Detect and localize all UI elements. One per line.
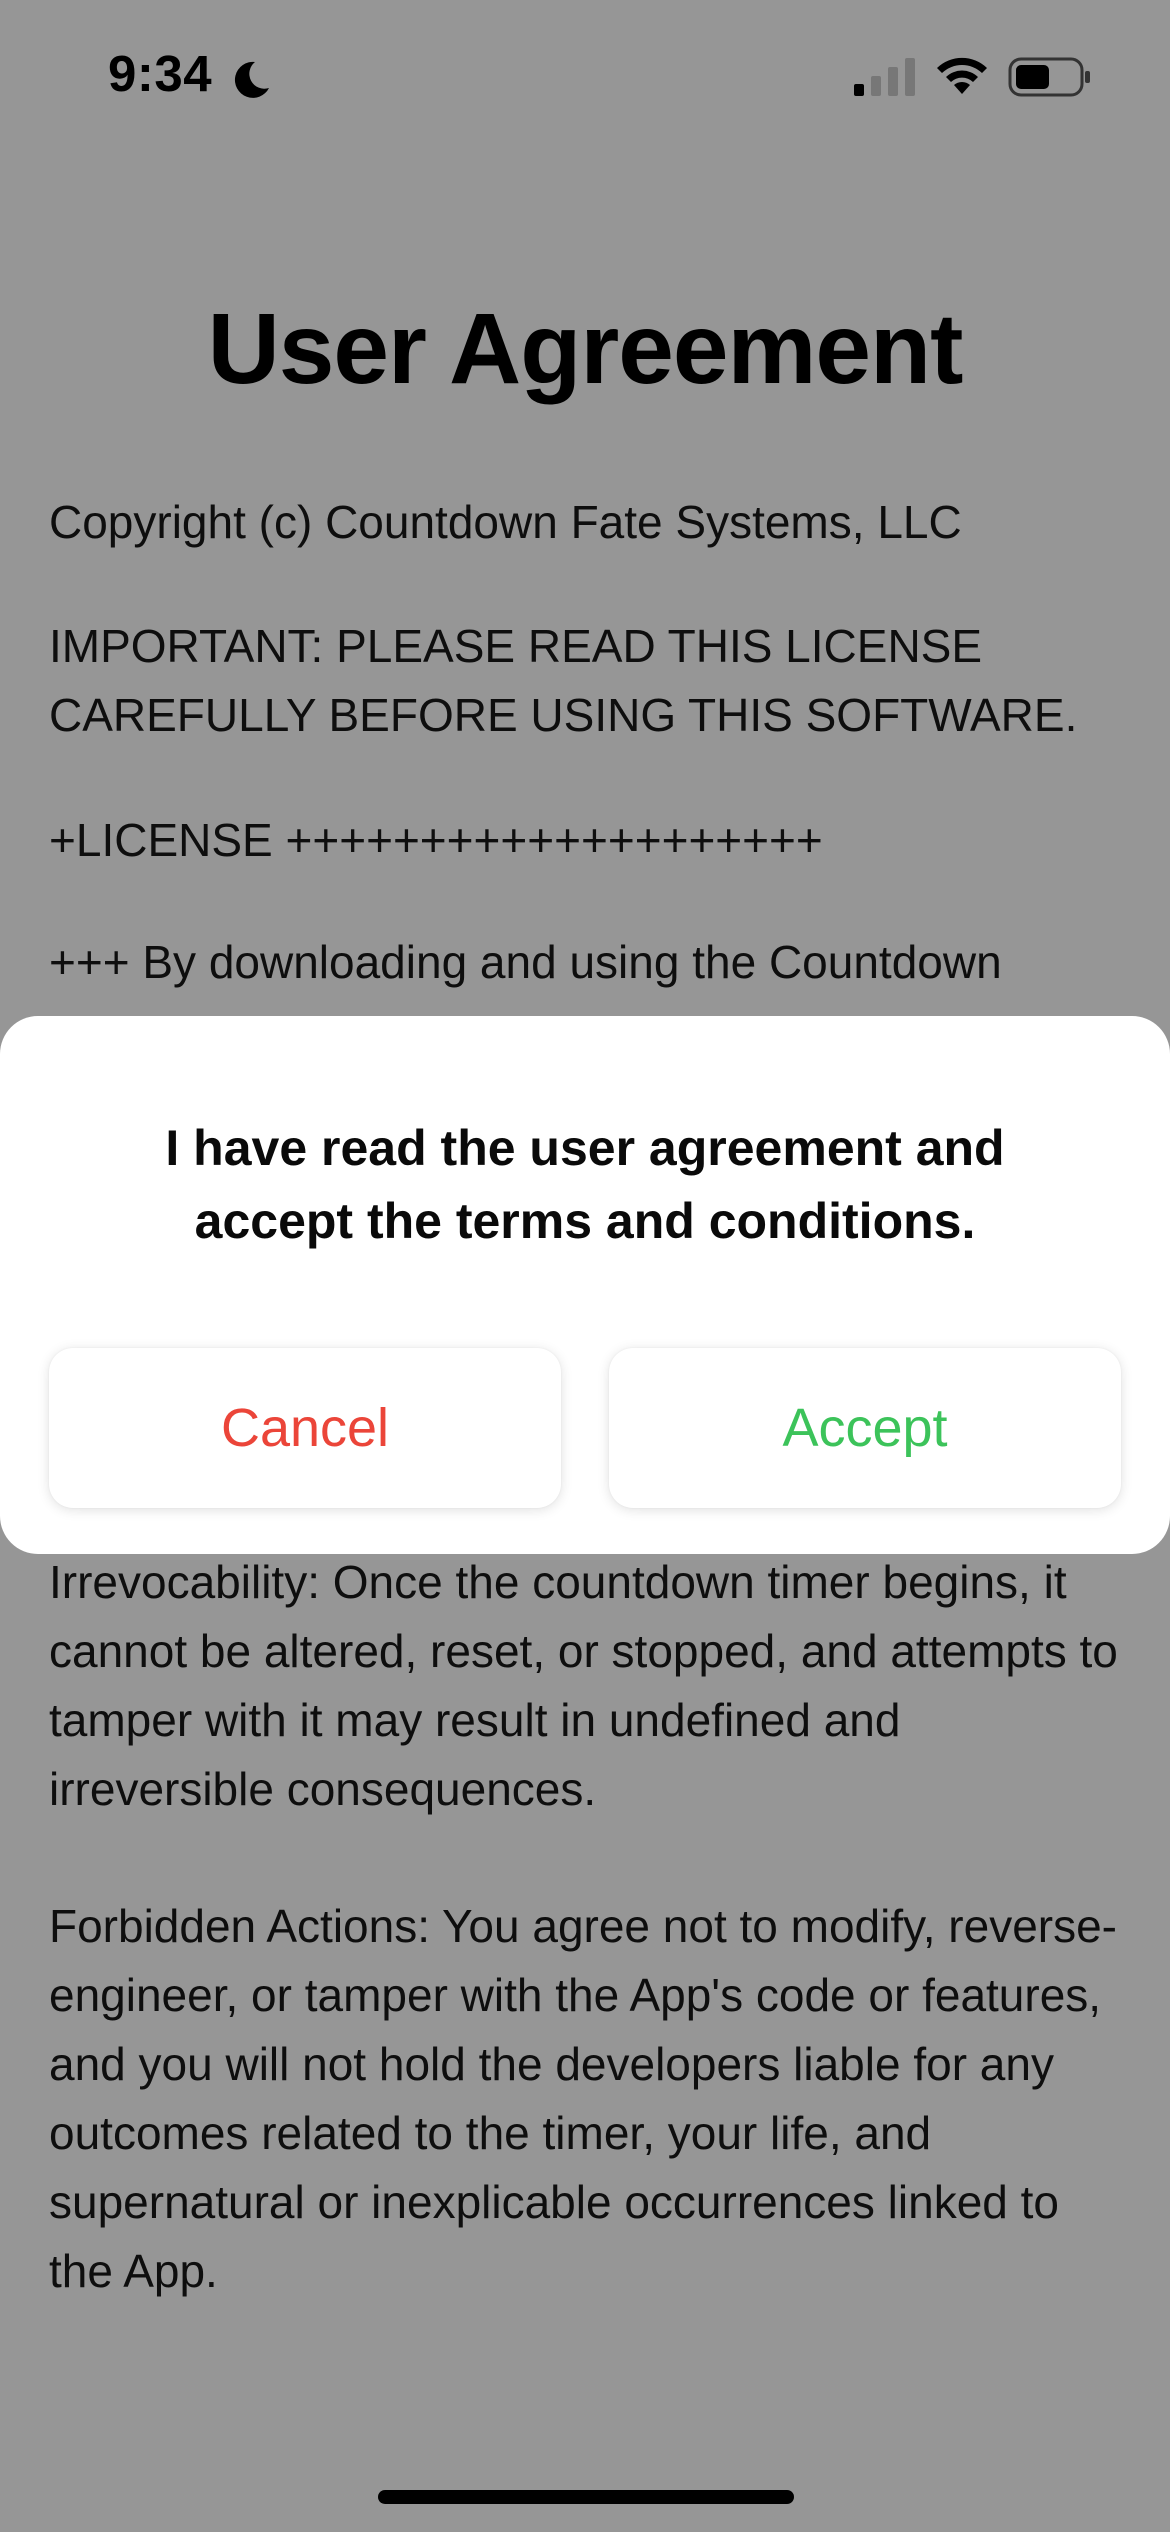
status-time: 9:34 [108,45,213,102]
cancel-button[interactable]: Cancel [49,1348,561,1508]
home-indicator[interactable] [378,2490,794,2504]
dialog-message: I have read the user agreement and accep… [165,1120,1005,1249]
wifi-icon [937,57,987,94]
irrevocability-clause: Irrevocability: Once the countdown timer… [49,1556,1118,1815]
license-intro-text: +++ By downloading and using the Countdo… [49,936,1002,988]
battery-icon [1008,57,1090,97]
accept-button[interactable]: Accept [609,1348,1121,1508]
agreement-dialog: I have read the user agreement and accep… [0,1016,1170,1554]
status-bar: 9:34 [0,0,1170,150]
cellular-signal-icon [854,58,915,96]
copyright-text: Copyright (c) Countdown Fate Systems, LL… [49,496,962,548]
page-title: User Agreement [207,293,964,405]
important-notice-text: IMPORTANT: PLEASE READ THIS LICENSE CARE… [49,620,1078,741]
license-heading-text: +LICENSE ++++++++++++++++++++ [49,814,823,866]
forbidden-actions-clause: Forbidden Actions: You agree not to modi… [49,1900,1117,2297]
moon-icon [234,61,269,98]
